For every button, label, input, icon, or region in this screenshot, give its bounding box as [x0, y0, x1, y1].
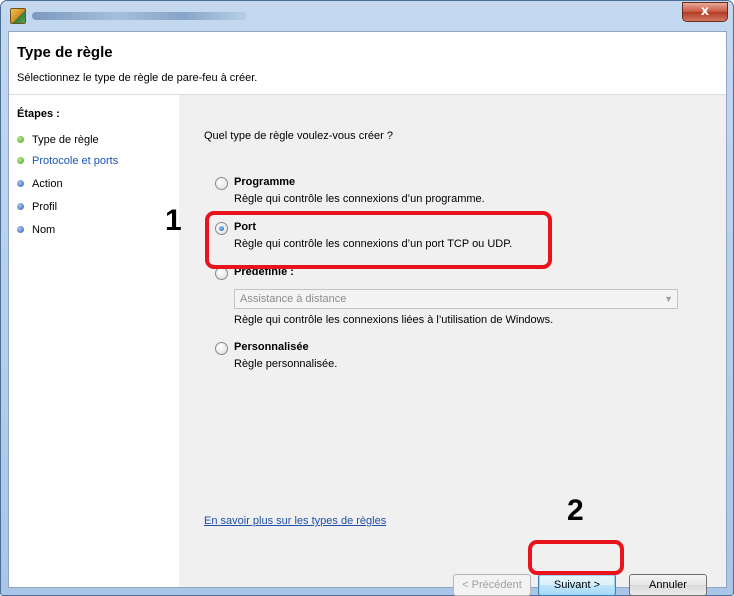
step-label: Profil — [32, 201, 58, 213]
step-rule-type: Type de règle — [17, 134, 99, 148]
predefined-select-value: Assistance à distance — [240, 293, 347, 305]
annotation-number-2: 2 — [567, 494, 584, 527]
rule-wizard-window: x Type de règle Sélectionnez le type de … — [0, 0, 734, 596]
next-button[interactable]: Suivant > — [538, 574, 616, 596]
step-status-icon — [17, 226, 24, 233]
option-label-custom[interactable]: Personnalisée — [234, 341, 309, 353]
cancel-button[interactable]: Annuler — [629, 574, 707, 596]
option-desc-predefined: Règle qui contrôle les connexions liées … — [234, 314, 554, 326]
step-label: Action — [32, 178, 63, 190]
step-name: Nom — [17, 224, 55, 238]
option-desc-program: Règle qui contrôle les connexions d’un p… — [234, 193, 485, 205]
firewall-icon — [10, 8, 26, 24]
step-profile: Profil — [17, 201, 57, 215]
annotation-highlight-next — [528, 540, 624, 575]
window-title-blurred — [32, 12, 247, 20]
step-label: Protocole et ports — [32, 155, 119, 167]
rule-type-question: Quel type de règle voulez-vous créer ? — [204, 130, 393, 142]
steps-pane: Étapes : Type de règle Protocole et port… — [9, 95, 179, 587]
steps-title: Étapes : — [17, 108, 60, 120]
step-status-icon — [17, 136, 24, 143]
content-pane: Quel type de règle voulez-vous créer ? P… — [179, 95, 726, 596]
title-bar[interactable]: x — [1, 1, 733, 31]
help-link-rule-types[interactable]: En savoir plus sur les types de règles — [204, 515, 386, 527]
step-status-icon — [17, 157, 24, 164]
step-status-icon — [17, 180, 24, 187]
predefined-rule-select[interactable]: Assistance à distance ▼ — [234, 289, 678, 309]
step-label: Nom — [32, 224, 56, 236]
wizard-client-area: Type de règle Sélectionnez le type de rè… — [8, 31, 727, 596]
radio-program[interactable] — [215, 177, 228, 190]
option-desc-custom: Règle personnalisée. — [234, 358, 338, 370]
page-subtitle: Sélectionnez le type de règle de pare-fe… — [17, 72, 258, 84]
step-label: Type de règle — [32, 134, 99, 146]
annotation-highlight-port — [205, 211, 552, 269]
close-button[interactable]: x — [682, 2, 728, 22]
radio-custom[interactable] — [215, 342, 228, 355]
step-action: Action — [17, 178, 63, 192]
back-button[interactable]: < Précédent — [453, 574, 531, 596]
annotation-number-1: 1 — [165, 204, 182, 237]
option-label-program[interactable]: Programme — [234, 176, 295, 188]
chevron-down-icon: ▼ — [664, 294, 673, 304]
step-protocol-ports[interactable]: Protocole et ports — [17, 155, 118, 169]
page-title: Type de règle — [17, 44, 113, 61]
step-status-icon — [17, 203, 24, 210]
